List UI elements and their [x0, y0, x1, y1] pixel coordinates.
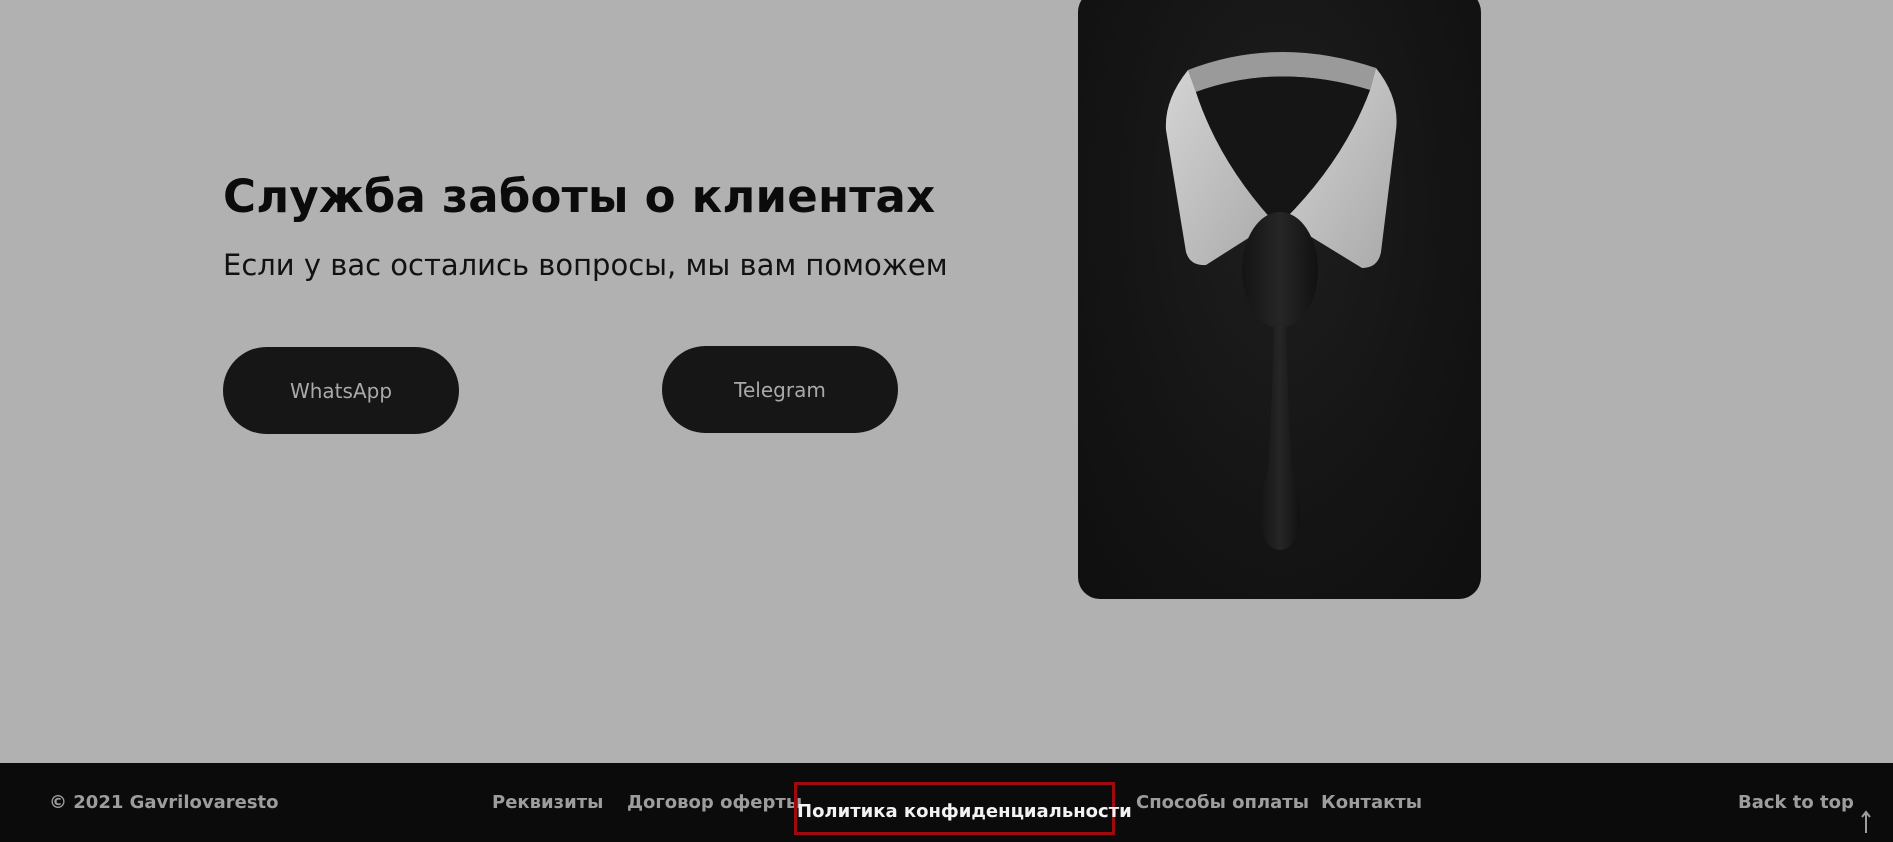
- footer-link-payment-methods[interactable]: Способы оплаты: [1136, 763, 1309, 842]
- spoon-handle: [1260, 324, 1300, 550]
- copyright: © 2021 Gavrilovaresto: [49, 792, 279, 813]
- footer-link-privacy-policy[interactable]: Политика конфиденциальности: [794, 782, 1132, 835]
- back-to-top-label: Back to top: [1738, 792, 1854, 813]
- spoon-bowl: [1242, 212, 1318, 328]
- footer-link-requisites[interactable]: Реквизиты: [492, 763, 603, 842]
- footer-link-contacts[interactable]: Контакты: [1321, 763, 1422, 842]
- page-title: Служба заботы о клиентах: [223, 170, 936, 223]
- collar-spoon-illustration: [1165, 51, 1397, 550]
- whatsapp-button[interactable]: WhatsApp: [223, 347, 459, 434]
- footer: © 2021 Gavrilovaresto Реквизиты Договор …: [0, 763, 1893, 842]
- page: Служба заботы о клиентах Если у вас оста…: [0, 0, 1893, 842]
- page-subtitle: Если у вас остались вопросы, мы вам помо…: [223, 248, 948, 282]
- telegram-button[interactable]: Telegram: [662, 346, 898, 433]
- collar-spoon-photo: [1078, 0, 1481, 599]
- arrow-up-icon: [1860, 789, 1872, 833]
- footer-link-offer-agreement[interactable]: Договор оферты: [627, 763, 802, 842]
- back-to-top-link[interactable]: Back to top: [1738, 763, 1872, 842]
